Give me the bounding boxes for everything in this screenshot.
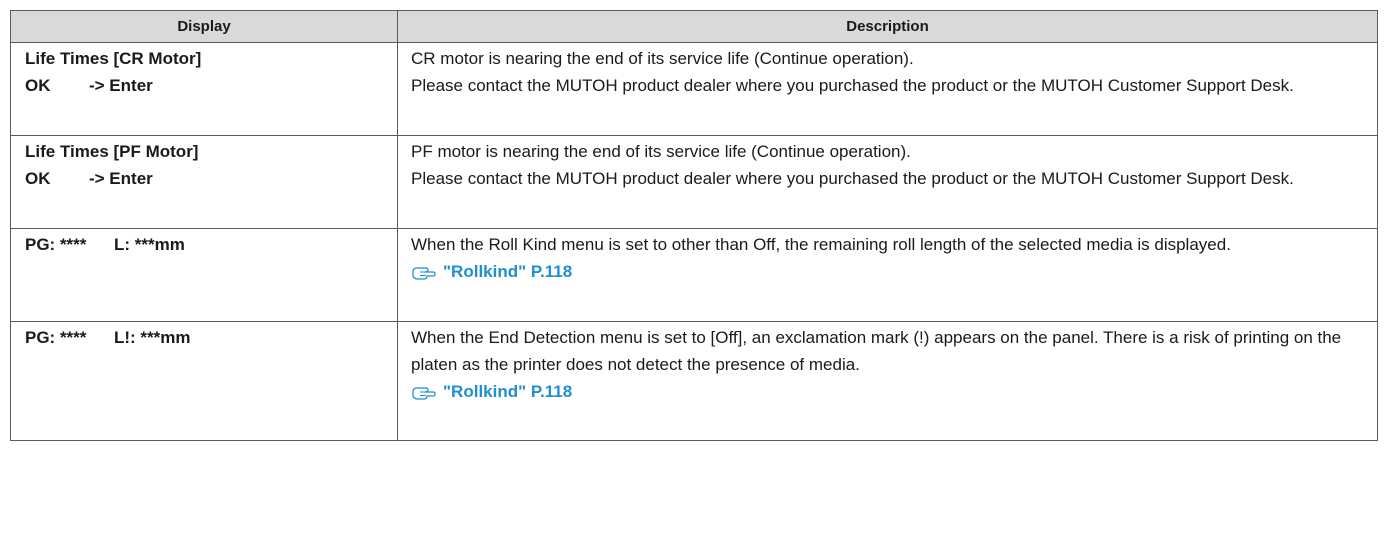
display-cell: PG: **** L!: ***mm [10,321,398,441]
description-line: Please contact the MUTOH product dealer … [411,76,1294,95]
reference-link-text[interactable]: "Rollkind" P.118 [443,258,572,285]
table-header-row: Display Description [10,10,1378,43]
description-cell: PF motor is nearing the end of its servi… [397,135,1378,229]
display-page-counter: PG: **** [25,328,87,347]
pointing-hand-icon [412,266,436,280]
header-description: Description [397,10,1378,43]
reference-link[interactable]: "Rollkind" P.118 [411,378,1369,405]
pointing-hand-icon [412,386,436,400]
description-line: CR motor is nearing the end of its servi… [411,49,914,68]
display-cell: Life Times [CR Motor] OK -> Enter [10,42,398,136]
display-remaining-length: L: ***mm [114,235,185,254]
display-title: Life Times [CR Motor] [25,49,202,68]
table-row: Life Times [CR Motor] OK -> Enter CR mot… [10,42,1378,136]
display-key-line: OK -> Enter [25,72,389,99]
reference-link[interactable]: "Rollkind" P.118 [411,258,1369,285]
table-row: PG: **** L: ***mm When the Roll Kind men… [10,228,1378,322]
table-row: Life Times [PF Motor] OK -> Enter PF mot… [10,135,1378,229]
reference-link-text[interactable]: "Rollkind" P.118 [443,378,572,405]
display-key: OK [25,76,51,95]
display-status-line: PG: **** L: ***mm [25,231,389,258]
description-line: PF motor is nearing the end of its servi… [411,142,911,161]
table-row: PG: **** L!: ***mm When the End Detectio… [10,321,1378,441]
display-key: OK [25,169,51,188]
description-cell: When the Roll Kind menu is set to other … [397,228,1378,322]
display-cell: PG: **** L: ***mm [10,228,398,322]
display-action: -> Enter [89,169,153,188]
description-text: When the End Detection menu is set to [O… [411,328,1342,374]
display-key-line: OK -> Enter [25,165,389,192]
display-action: -> Enter [89,76,153,95]
display-remaining-length: L!: ***mm [114,328,191,347]
description-cell: CR motor is nearing the end of its servi… [397,42,1378,136]
display-page-counter: PG: **** [25,235,87,254]
description-text: When the Roll Kind menu is set to other … [411,235,1231,254]
display-title: Life Times [PF Motor] [25,142,199,161]
description-line: Please contact the MUTOH product dealer … [411,169,1294,188]
header-display: Display [10,10,398,43]
display-cell: Life Times [PF Motor] OK -> Enter [10,135,398,229]
panel-messages-table: Display Description Life Times [CR Motor… [10,10,1378,441]
description-cell: When the End Detection menu is set to [O… [397,321,1378,441]
display-status-line: PG: **** L!: ***mm [25,324,389,351]
